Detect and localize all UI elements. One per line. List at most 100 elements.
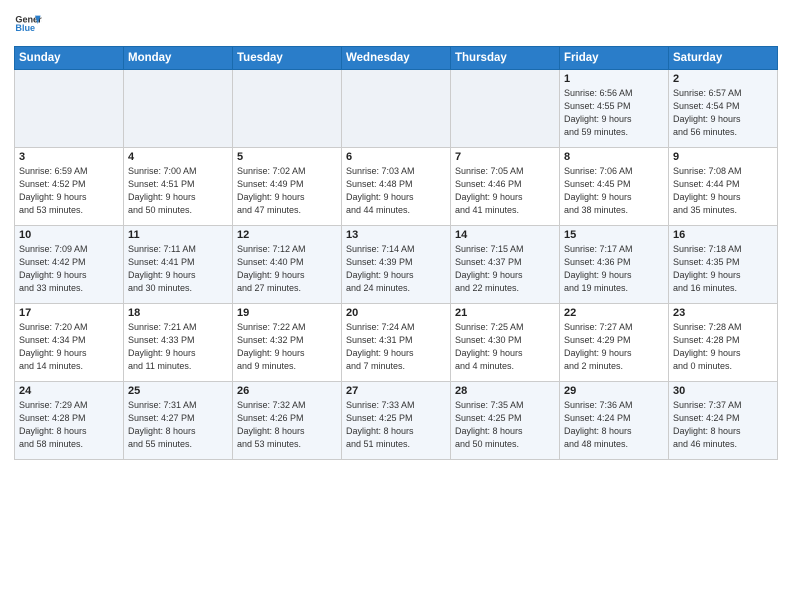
weekday-header-thursday: Thursday <box>451 47 560 70</box>
day-info: Sunrise: 7:18 AMSunset: 4:35 PMDaylight:… <box>673 243 773 295</box>
day-number: 24 <box>19 385 119 397</box>
calendar-day-cell: 2 Sunrise: 6:57 AMSunset: 4:54 PMDaylight… <box>669 70 778 148</box>
day-number: 7 <box>455 151 555 163</box>
calendar-empty-cell <box>124 70 233 148</box>
day-number: 19 <box>237 307 337 319</box>
calendar-week-row: 3 Sunrise: 6:59 AMSunset: 4:52 PMDaylight… <box>15 148 778 226</box>
calendar-empty-cell <box>15 70 124 148</box>
calendar-empty-cell <box>342 70 451 148</box>
day-info: Sunrise: 7:32 AMSunset: 4:26 PMDaylight:… <box>237 399 337 451</box>
weekday-header-saturday: Saturday <box>669 47 778 70</box>
day-number: 27 <box>346 385 446 397</box>
day-info: Sunrise: 7:12 AMSunset: 4:40 PMDaylight:… <box>237 243 337 295</box>
day-info: Sunrise: 7:28 AMSunset: 4:28 PMDaylight:… <box>673 321 773 373</box>
calendar-day-cell: 20Sunrise: 7:24 AMSunset: 4:31 PMDayligh… <box>342 304 451 382</box>
calendar-day-cell: 21Sunrise: 7:25 AMSunset: 4:30 PMDayligh… <box>451 304 560 382</box>
calendar-day-cell: 4 Sunrise: 7:00 AMSunset: 4:51 PMDaylight… <box>124 148 233 226</box>
day-info: Sunrise: 7:14 AMSunset: 4:39 PMDaylight:… <box>346 243 446 295</box>
day-info: Sunrise: 7:06 AMSunset: 4:45 PMDaylight:… <box>564 165 664 217</box>
calendar-week-row: 1Sunrise: 6:56 AMSunset: 4:55 PMDaylight… <box>15 70 778 148</box>
calendar-week-row: 10Sunrise: 7:09 AMSunset: 4:42 PMDayligh… <box>15 226 778 304</box>
day-number: 23 <box>673 307 773 319</box>
day-info: Sunrise: 7:20 AMSunset: 4:34 PMDaylight:… <box>19 321 119 373</box>
calendar-day-cell: 27 Sunrise: 7:33 AMSunset: 4:25 PMDayligh… <box>342 382 451 460</box>
weekday-header-tuesday: Tuesday <box>233 47 342 70</box>
calendar-empty-cell <box>233 70 342 148</box>
calendar-day-cell: 26 Sunrise: 7:32 AMSunset: 4:26 PMDayligh… <box>233 382 342 460</box>
day-number: 18 <box>128 307 228 319</box>
day-number: 5 <box>237 151 337 163</box>
day-info: Sunrise: 7:09 AMSunset: 4:42 PMDaylight:… <box>19 243 119 295</box>
calendar-day-cell: 9 Sunrise: 7:08 AMSunset: 4:44 PMDaylight… <box>669 148 778 226</box>
calendar-day-cell: 15 Sunrise: 7:17 AMSunset: 4:36 PMDayligh… <box>560 226 669 304</box>
calendar-day-cell: 22 Sunrise: 7:27 AMSunset: 4:29 PMDayligh… <box>560 304 669 382</box>
day-info: Sunrise: 6:57 AMSunset: 4:54 PMDaylight:… <box>673 87 773 139</box>
day-info: Sunrise: 7:02 AMSunset: 4:49 PMDaylight:… <box>237 165 337 217</box>
weekday-header-wednesday: Wednesday <box>342 47 451 70</box>
calendar-day-cell: 13 Sunrise: 7:14 AMSunset: 4:39 PMDayligh… <box>342 226 451 304</box>
calendar-empty-cell <box>451 70 560 148</box>
calendar-day-cell: 1Sunrise: 6:56 AMSunset: 4:55 PMDaylight… <box>560 70 669 148</box>
day-number: 4 <box>128 151 228 163</box>
day-info: Sunrise: 7:31 AMSunset: 4:27 PMDaylight:… <box>128 399 228 451</box>
weekday-header-friday: Friday <box>560 47 669 70</box>
day-info: Sunrise: 7:22 AMSunset: 4:32 PMDaylight:… <box>237 321 337 373</box>
day-info: Sunrise: 7:27 AMSunset: 4:29 PMDaylight:… <box>564 321 664 373</box>
calendar-day-cell: 6 Sunrise: 7:03 AMSunset: 4:48 PMDaylight… <box>342 148 451 226</box>
day-number: 20 <box>346 307 446 319</box>
weekday-header-row: SundayMondayTuesdayWednesdayThursdayFrid… <box>15 47 778 70</box>
calendar-day-cell: 23 Sunrise: 7:28 AMSunset: 4:28 PMDayligh… <box>669 304 778 382</box>
day-number: 28 <box>455 385 555 397</box>
day-number: 3 <box>19 151 119 163</box>
day-number: 14 <box>455 229 555 241</box>
calendar-day-cell: 14Sunrise: 7:15 AMSunset: 4:37 PMDayligh… <box>451 226 560 304</box>
weekday-header-sunday: Sunday <box>15 47 124 70</box>
calendar-day-cell: 8 Sunrise: 7:06 AMSunset: 4:45 PMDaylight… <box>560 148 669 226</box>
day-info: Sunrise: 7:11 AMSunset: 4:41 PMDaylight:… <box>128 243 228 295</box>
day-info: Sunrise: 7:05 AMSunset: 4:46 PMDaylight:… <box>455 165 555 217</box>
day-info: Sunrise: 7:03 AMSunset: 4:48 PMDaylight:… <box>346 165 446 217</box>
day-number: 29 <box>564 385 664 397</box>
day-info: Sunrise: 7:17 AMSunset: 4:36 PMDaylight:… <box>564 243 664 295</box>
day-info: Sunrise: 7:36 AMSunset: 4:24 PMDaylight:… <box>564 399 664 451</box>
day-number: 25 <box>128 385 228 397</box>
calendar-day-cell: 25 Sunrise: 7:31 AMSunset: 4:27 PMDayligh… <box>124 382 233 460</box>
day-number: 9 <box>673 151 773 163</box>
calendar-day-cell: 12Sunrise: 7:12 AMSunset: 4:40 PMDayligh… <box>233 226 342 304</box>
day-number: 8 <box>564 151 664 163</box>
day-number: 1 <box>564 73 664 85</box>
calendar-day-cell: 28 Sunrise: 7:35 AMSunset: 4:25 PMDayligh… <box>451 382 560 460</box>
calendar-day-cell: 18 Sunrise: 7:21 AMSunset: 4:33 PMDayligh… <box>124 304 233 382</box>
day-info: Sunrise: 7:21 AMSunset: 4:33 PMDaylight:… <box>128 321 228 373</box>
day-info: Sunrise: 7:35 AMSunset: 4:25 PMDaylight:… <box>455 399 555 451</box>
calendar-week-row: 17 Sunrise: 7:20 AMSunset: 4:34 PMDayligh… <box>15 304 778 382</box>
weekday-header-monday: Monday <box>124 47 233 70</box>
calendar-day-cell: 17 Sunrise: 7:20 AMSunset: 4:34 PMDayligh… <box>15 304 124 382</box>
calendar-table: SundayMondayTuesdayWednesdayThursdayFrid… <box>14 46 778 460</box>
day-info: Sunrise: 7:00 AMSunset: 4:51 PMDaylight:… <box>128 165 228 217</box>
calendar-day-cell: 30 Sunrise: 7:37 AMSunset: 4:24 PMDayligh… <box>669 382 778 460</box>
svg-text:Blue: Blue <box>15 23 35 33</box>
logo: General Blue <box>14 10 42 38</box>
calendar-day-cell: 3 Sunrise: 6:59 AMSunset: 4:52 PMDaylight… <box>15 148 124 226</box>
day-number: 16 <box>673 229 773 241</box>
day-number: 21 <box>455 307 555 319</box>
day-number: 26 <box>237 385 337 397</box>
day-info: Sunrise: 7:33 AMSunset: 4:25 PMDaylight:… <box>346 399 446 451</box>
day-number: 11 <box>128 229 228 241</box>
calendar-day-cell: 11 Sunrise: 7:11 AMSunset: 4:41 PMDayligh… <box>124 226 233 304</box>
day-number: 2 <box>673 73 773 85</box>
day-info: Sunrise: 6:59 AMSunset: 4:52 PMDaylight:… <box>19 165 119 217</box>
day-number: 6 <box>346 151 446 163</box>
day-info: Sunrise: 7:37 AMSunset: 4:24 PMDaylight:… <box>673 399 773 451</box>
day-number: 22 <box>564 307 664 319</box>
day-number: 17 <box>19 307 119 319</box>
calendar-day-cell: 16 Sunrise: 7:18 AMSunset: 4:35 PMDayligh… <box>669 226 778 304</box>
calendar-day-cell: 10Sunrise: 7:09 AMSunset: 4:42 PMDayligh… <box>15 226 124 304</box>
day-number: 30 <box>673 385 773 397</box>
day-number: 13 <box>346 229 446 241</box>
calendar-day-cell: 24Sunrise: 7:29 AMSunset: 4:28 PMDayligh… <box>15 382 124 460</box>
day-info: Sunrise: 7:08 AMSunset: 4:44 PMDaylight:… <box>673 165 773 217</box>
day-number: 15 <box>564 229 664 241</box>
calendar-day-cell: 29 Sunrise: 7:36 AMSunset: 4:24 PMDayligh… <box>560 382 669 460</box>
